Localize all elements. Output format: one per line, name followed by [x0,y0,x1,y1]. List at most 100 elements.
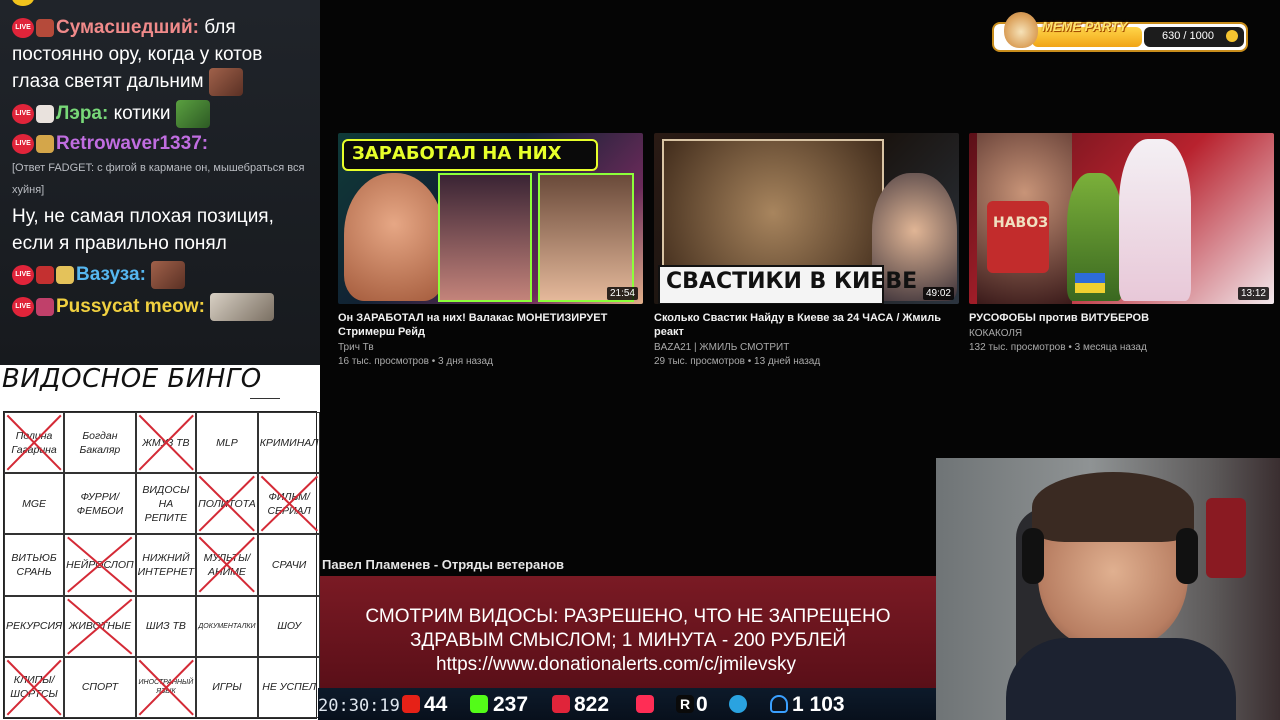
video-card[interactable]: НАВОЗ 13:12 РУСОФОБЫ против ВИТУБЕРОВ КО… [969,133,1274,353]
video-title[interactable]: Сколько Свастик Найду в Киеве за 24 ЧАСА… [654,311,959,339]
chat-message: LIVE Сумасшедший: бля постоянно ору, когд… [0,14,320,96]
face-image [344,173,444,301]
rutube-icon: R [676,695,694,713]
bingo-cell: СРАЧИ [257,534,321,596]
bingo-cell-label: MGE [22,497,47,510]
banner-line: ЗДРАВЫМ СМЫСЛОМ; 1 МИНУТА - 200 РУБЛЕЙ [409,630,847,651]
headphones-icon [1022,528,1044,584]
bingo-cell: ИНОСТРАННЫЙ ЯЗЫК [135,656,197,718]
bingo-cell-label: ШИЗ ТВ [145,620,186,633]
now-playing: Павел Пламенев - Отряды ветеранов [322,557,565,572]
bingo-cell: Полина Гагарина [4,412,65,474]
doge-icon [1004,12,1038,48]
emote-icon [175,100,210,128]
kick-icon [470,695,488,713]
bingo-card: ВИДОСНОЕ БИНГО Полина Гагарина Богдан Бак… [0,364,321,720]
chat-username[interactable]: Вазуза: [76,264,146,285]
live-icon [552,695,570,713]
live-badge-icon: LIVE [12,297,34,317]
video-channel[interactable]: Трич Тв [338,342,643,353]
vtuber-image [1119,139,1191,301]
bingo-cell: ВИТЬЮБ СРАНЬ [4,534,65,596]
shirt-image [987,201,1049,273]
video-duration: 13:12 [1237,287,1269,300]
video-title[interactable]: РУСОФОБЫ против ВИТУБЕРОВ [969,311,1274,325]
divider [250,398,280,399]
avatar [36,266,54,284]
donation-link[interactable]: https://www.donationalerts.com/c/jmilevs… [308,654,924,676]
vk-play-icon [636,695,654,713]
video-meta: 132 тыс. просмотров • 3 месяца назад [969,342,1147,353]
bingo-cell: НИЖНИЙ ИНТЕРНЕТ [135,534,197,596]
bingo-cell: МУЛЬТЫ/ АНИМЕ [196,534,258,596]
bingo-cell: ФИЛЬМ/ СЕРИАЛ [257,473,321,535]
meme-party-label: MEME PARTY [1042,19,1128,34]
photo-image [538,173,634,302]
bingo-cell: ПОЛИТОТА [196,473,258,535]
video-channel[interactable]: КОКАКОЛЯ [969,328,1274,339]
video-channel[interactable]: BAZA21 | ЖМИЛЬ СМОТРИТ [654,342,959,353]
bingo-cell: ВИДОСЫ НА РЕПИТЕ [135,473,197,535]
video-thumbnail[interactable]: СВАСТИКИ В КИЕВЕ 49:02 [654,133,959,304]
video-meta: 29 тыс. просмотров • 13 дней назад [654,356,821,367]
coin-icon [1226,30,1238,42]
video-thumbnail[interactable]: НАВОЗ 13:12 [969,133,1274,304]
avatar [56,266,74,284]
chat-reply-text: [Ответ FADGET: с фигой в кармане он, мыш… [12,162,305,196]
meme-score: 630 / 1000 [1162,30,1214,42]
total-viewers: 1 103 [792,693,845,716]
bingo-cell: ДОКУМЕНТАЛКИ [196,595,258,657]
bingo-cell-label: СРАЧИ [271,558,307,571]
bingo-cell-label: КРИМИНАЛ [259,436,319,449]
chat-username[interactable]: Лэра: [56,103,108,124]
video-thumbnail[interactable]: ЗАРАБОТАЛ НА НИХ 21:54 [338,133,643,304]
cross-mark-icon [137,413,196,472]
youtube-icon [402,695,420,713]
video-title[interactable]: Он ЗАРАБОТАЛ на них! Валакас МОНЕТИЗИРУЕ… [338,311,643,339]
avatar [36,18,54,37]
bingo-cell-label: РЕКУРСИЯ [6,620,63,633]
rutube-viewers: 0 [696,693,708,716]
poster-image [1206,498,1246,578]
bingo-cell: ЖМУ3 ТВ [135,412,197,474]
video-duration: 49:02 [922,287,954,300]
cross-mark-icon [5,413,63,472]
avatar [36,298,54,316]
bingo-cell-label: ФУРРИ/ ФЕМБОИ [76,490,124,517]
cross-mark-icon [197,474,257,533]
bingo-cell-label: НИЖНИЙ ИНТЕРНЕТ [137,551,195,578]
bingo-cell: ШОУ [257,595,321,657]
video-meta: 16 тыс. просмотров • 3 дня назад [338,356,493,367]
bingo-cell: НЕЙРОСЛОП [64,534,136,596]
live-badge-icon: LIVE [12,265,34,285]
cross-mark-icon [65,535,134,594]
avatar [36,134,54,153]
stats-bar: 20:30:19 44 237 822 R 0 1 103 [318,688,936,720]
bingo-cell: ИГРЫ [196,656,258,718]
bingo-cell-label: Богдан Бакаляр [79,429,121,456]
photo-image [438,173,532,302]
bingo-cell: Богдан Бакаляр [64,412,136,474]
avatar [36,105,54,123]
youtube-viewers: 44 [424,693,448,716]
live-viewers: 822 [574,693,610,716]
banner-line: СМОТРИМ ВИДОСЫ: РАЗРЕШЕНО, ЧТО НЕ ЗАПРЕЩ… [365,606,891,627]
chat-username[interactable]: Сумасшедший: [56,17,199,38]
bingo-cell-label: ВИТЬЮБ СРАНЬ [11,551,57,578]
chat-username[interactable]: Pussycat meow: [56,296,205,317]
live-badge-icon: LIVE [12,133,34,154]
bingo-cell: КРИМИНАЛ [257,412,321,474]
cross-mark-icon [137,658,196,717]
chat-message: Ну, не самая плохая позиция, если я прав… [0,203,320,257]
video-card[interactable]: СВАСТИКИ В КИЕВЕ 49:02 Сколько Свастик Н… [654,133,959,367]
bingo-cell: MLP [196,412,258,474]
bingo-cell: РЕКУРСИЯ [4,595,65,657]
thumb-text: СВАСТИКИ В КИЕВЕ [666,269,918,294]
bingo-cell: ШИЗ ТВ [135,595,197,657]
chat-username[interactable]: Retrowaver1337: [56,133,208,154]
chat-message: LIVE Retrowaver1337: [Ответ FADGET: с фиг… [0,130,320,201]
chat-message: LIVE Лэра: котики [0,100,320,128]
video-card[interactable]: ЗАРАБОТАЛ НА НИХ 21:54 Он ЗАРАБОТАЛ на н… [338,133,643,367]
thumb-text: ЗАРАБОТАЛ НА НИХ [352,143,562,164]
bingo-cell: MGE [4,473,65,535]
